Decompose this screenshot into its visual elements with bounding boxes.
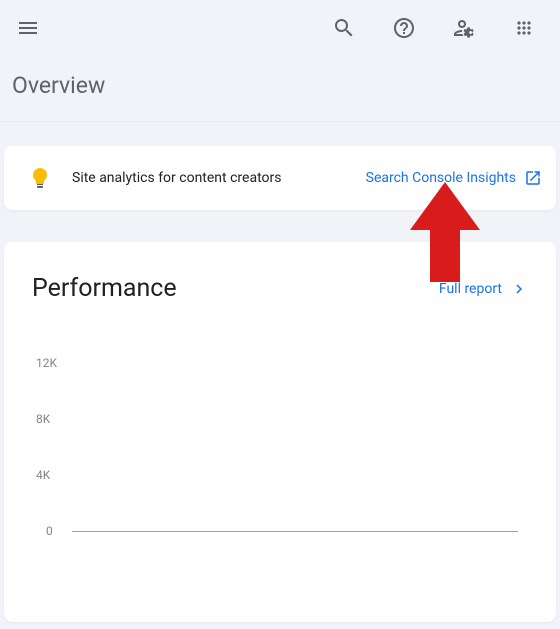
content-area: Site analytics for content creators Sear… — [0, 122, 560, 622]
menu-button[interactable] — [8, 8, 48, 48]
person-gear-icon — [452, 16, 476, 40]
full-report-label: Full report — [439, 281, 502, 297]
performance-title: Performance — [32, 274, 177, 303]
insights-link[interactable]: Search Console Insights — [366, 169, 542, 187]
hamburger-icon — [16, 16, 40, 40]
help-icon — [392, 16, 416, 40]
page-title: Overview — [0, 56, 560, 122]
y-tick-label: 12K — [36, 356, 57, 370]
full-report-link[interactable]: Full report — [439, 280, 528, 298]
y-tick-label: 8K — [36, 412, 50, 426]
performance-chart: 12K 8K 4K 0 — [36, 363, 528, 563]
help-button[interactable] — [384, 8, 424, 48]
x-axis-line — [72, 531, 518, 532]
banner-left: Site analytics for content creators — [28, 166, 281, 190]
insights-link-label: Search Console Insights — [366, 170, 516, 186]
header-right — [324, 8, 552, 48]
insights-banner: Site analytics for content creators Sear… — [4, 146, 556, 210]
app-header — [0, 0, 560, 56]
apps-button[interactable] — [504, 8, 544, 48]
chevron-right-icon — [510, 280, 528, 298]
account-settings-button[interactable] — [444, 8, 484, 48]
banner-text: Site analytics for content creators — [72, 170, 281, 186]
apps-grid-icon — [514, 18, 534, 38]
search-icon — [332, 16, 356, 40]
lightbulb-icon — [28, 166, 52, 190]
open-external-icon — [524, 169, 542, 187]
search-button[interactable] — [324, 8, 364, 48]
performance-header: Performance Full report — [32, 274, 528, 303]
y-tick-label: 0 — [46, 524, 53, 538]
y-tick-label: 4K — [36, 468, 50, 482]
performance-card: Performance Full report 12K 8K 4K 0 — [4, 242, 556, 622]
header-left — [8, 8, 48, 48]
